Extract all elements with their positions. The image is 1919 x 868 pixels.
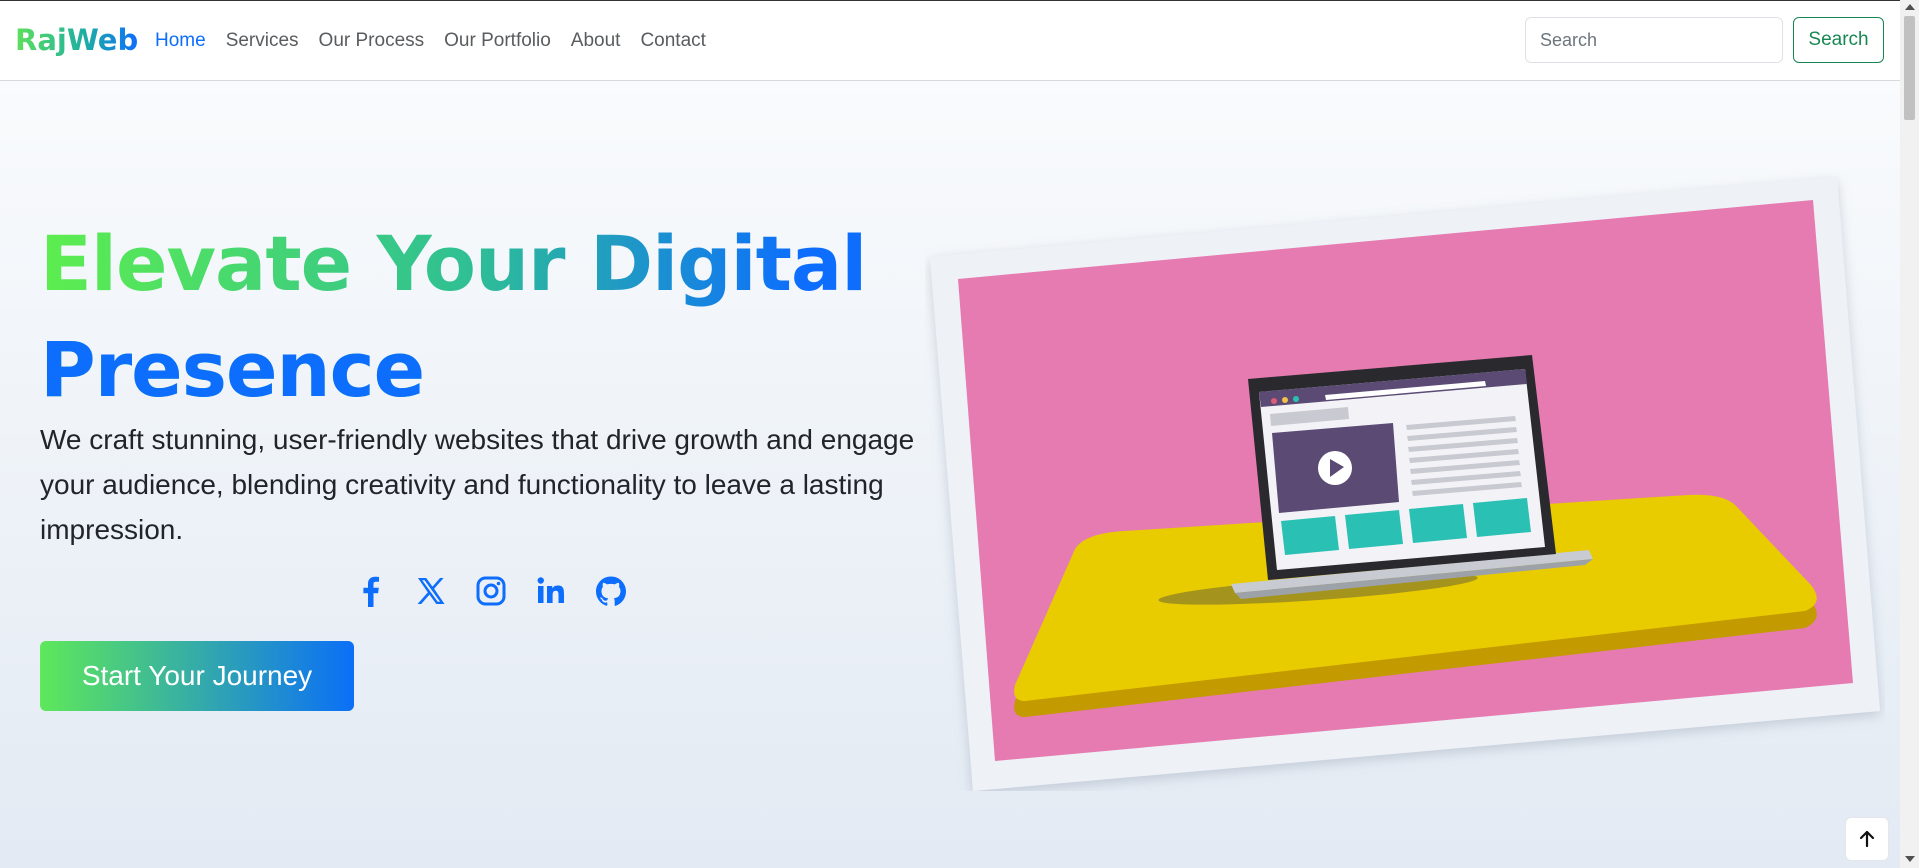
linkedin-icon[interactable] xyxy=(534,574,568,608)
github-icon[interactable] xyxy=(594,574,628,608)
nav-link-our-portfolio[interactable]: Our Portfolio xyxy=(434,30,561,52)
nav-links: Home Services Our Process Our Portfolio … xyxy=(145,30,716,52)
brand-logo[interactable]: RajWeb xyxy=(15,23,138,57)
hero-title: Elevate Your Digital Presence xyxy=(40,211,940,423)
start-journey-button[interactable]: Start Your Journey xyxy=(40,641,354,711)
scrollbar-thumb[interactable] xyxy=(1904,16,1915,120)
nav-link-our-process[interactable]: Our Process xyxy=(309,30,435,52)
x-icon[interactable] xyxy=(414,574,448,608)
instagram-icon[interactable] xyxy=(474,574,508,608)
hero-illustration xyxy=(930,177,1880,791)
hero-description: We craft stunning, user-friendly website… xyxy=(40,424,915,545)
hero-title-line2: Presence xyxy=(40,325,425,414)
facebook-icon[interactable] xyxy=(354,574,388,608)
navbar: RajWeb Home Services Our Process Our Por… xyxy=(0,1,1900,81)
scroll-to-top-button[interactable] xyxy=(1845,817,1889,861)
vertical-scrollbar[interactable] xyxy=(1900,0,1919,868)
nav-link-services[interactable]: Services xyxy=(216,30,309,52)
scroll-down-arrow-icon[interactable] xyxy=(1905,856,1915,862)
nav-link-home[interactable]: Home xyxy=(145,30,216,52)
search-button[interactable]: Search xyxy=(1793,17,1884,63)
social-links xyxy=(354,574,654,608)
arrow-up-icon xyxy=(1859,830,1875,848)
search-input[interactable] xyxy=(1525,17,1783,63)
scroll-up-arrow-icon[interactable] xyxy=(1905,4,1915,10)
nav-link-about[interactable]: About xyxy=(561,30,631,52)
viewport: RajWeb Home Services Our Process Our Por… xyxy=(0,0,1900,868)
hero-title-line1: Elevate Your Digital xyxy=(40,219,867,308)
nav-link-contact[interactable]: Contact xyxy=(630,30,715,52)
